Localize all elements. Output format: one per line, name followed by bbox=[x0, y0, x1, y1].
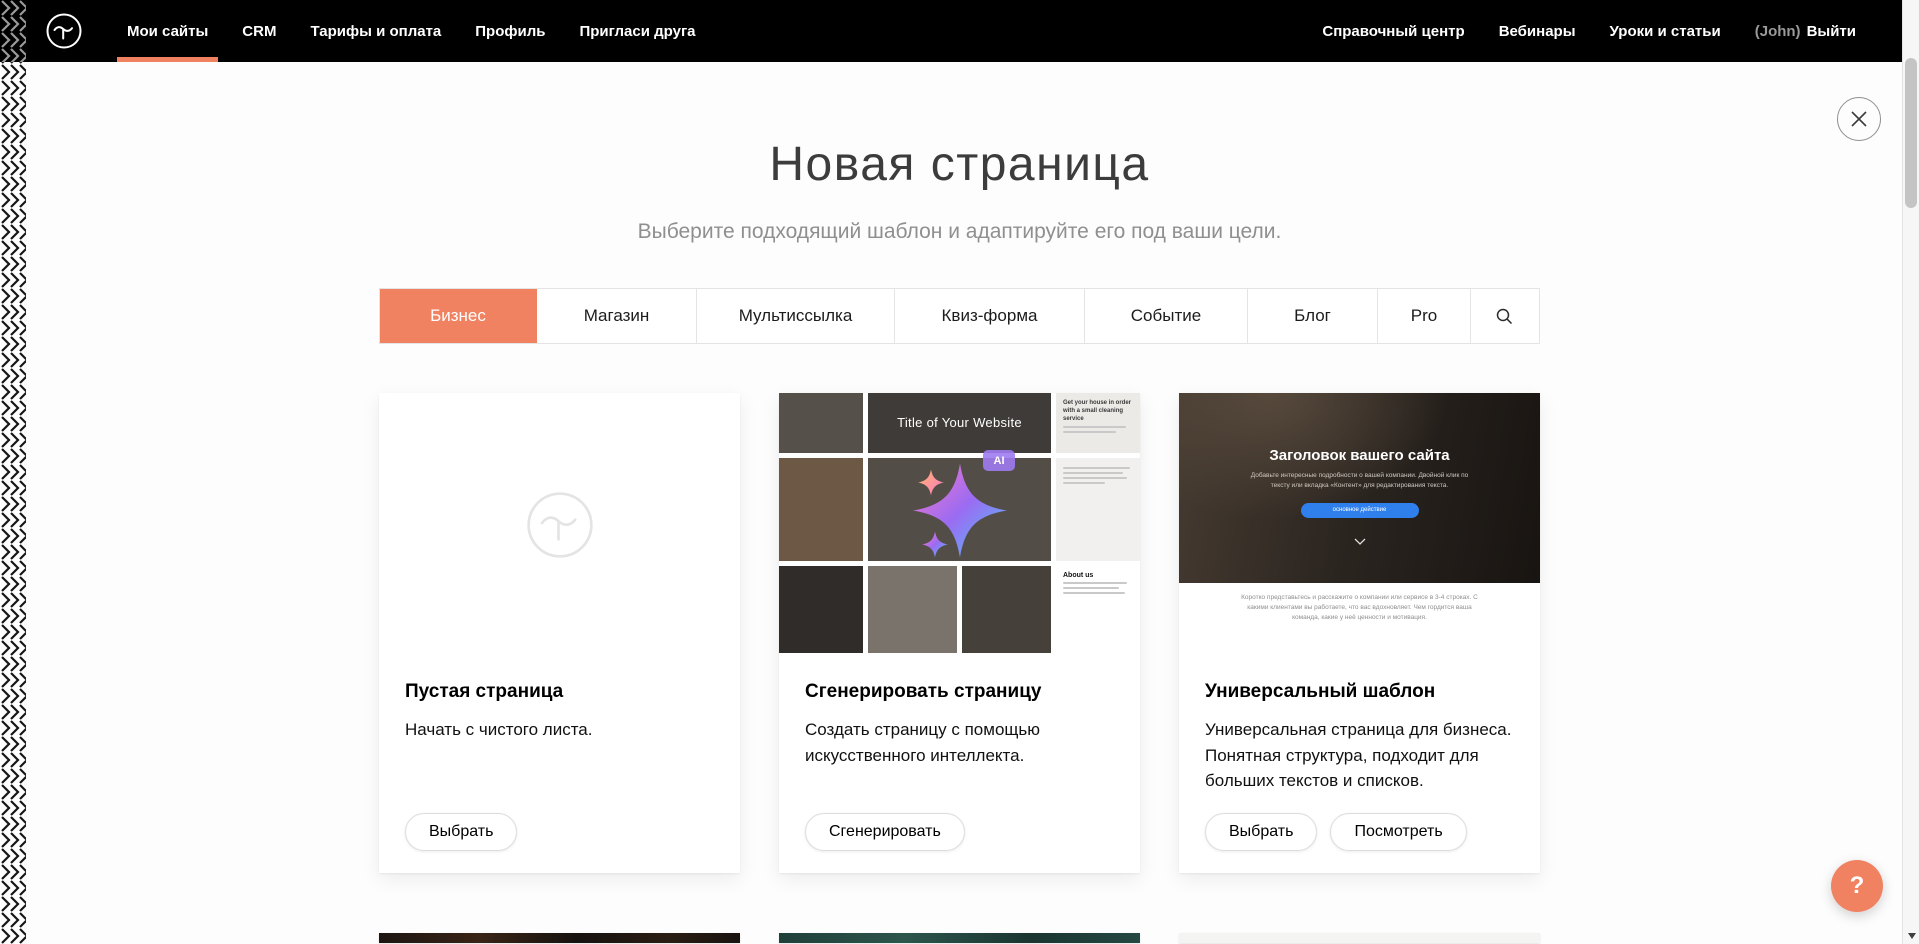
preview-body: Коротко представьтесь и расскажите о ком… bbox=[1179, 583, 1540, 653]
ai-template-preview: Get your house in order with a small cle… bbox=[779, 393, 1140, 653]
nav-crm[interactable]: CRM bbox=[225, 0, 293, 62]
card-description: Начать с чистого листа. bbox=[405, 717, 714, 743]
top-navigation-bar: Мои сайты CRM Тарифы и оплата Профиль Пр… bbox=[0, 0, 1919, 62]
preview-site-title: Title of Your Website bbox=[779, 415, 1140, 430]
template-category-tabs: Бизнес Магазин Мультиссылка Квиз-форма С… bbox=[379, 288, 1540, 344]
ai-badge: AI bbox=[983, 450, 1015, 471]
tab-multilink[interactable]: Мультиссылка bbox=[697, 289, 895, 343]
preview-hero-title: Заголовок вашего сайта bbox=[1179, 447, 1540, 464]
preview-body-text: Коротко представьтесь и расскажите о ком… bbox=[1236, 593, 1484, 623]
nav-profile[interactable]: Профиль bbox=[458, 0, 562, 62]
photo-tile bbox=[779, 458, 863, 561]
nav-my-sites[interactable]: Мои сайты bbox=[110, 0, 225, 62]
template-card-partial[interactable] bbox=[379, 933, 740, 943]
nav-webinars[interactable]: Вебинары bbox=[1482, 0, 1593, 62]
template-cards-row2 bbox=[379, 933, 1540, 943]
tab-blog[interactable]: Блог bbox=[1248, 289, 1378, 343]
preview-about-heading: About us bbox=[1063, 572, 1133, 579]
card-description: Универсальная страница для бизнеса. Поня… bbox=[1205, 717, 1514, 794]
photo-tile bbox=[779, 566, 863, 653]
search-icon bbox=[1496, 308, 1513, 325]
nav-help-center[interactable]: Справочный центр bbox=[1305, 0, 1481, 62]
search-tab[interactable] bbox=[1471, 289, 1537, 343]
text-tile bbox=[1056, 458, 1140, 561]
select-universal-button[interactable]: Выбрать bbox=[1205, 813, 1317, 851]
chevron-down-icon bbox=[1354, 538, 1366, 545]
card-universal-template: Заголовок вашего сайта Добавьте интересн… bbox=[1179, 393, 1540, 873]
close-icon bbox=[1850, 110, 1868, 128]
tab-quiz-form[interactable]: Квиз-форма bbox=[895, 289, 1085, 343]
page-subtitle: Выберите подходящий шаблон и адаптируйте… bbox=[0, 220, 1919, 244]
nav-lessons[interactable]: Уроки и статьи bbox=[1593, 0, 1738, 62]
generate-button[interactable]: Сгенерировать bbox=[805, 813, 965, 851]
card-title: Сгенерировать страницу bbox=[805, 681, 1114, 703]
tab-pro[interactable]: Pro bbox=[1378, 289, 1471, 343]
user-name: (John) bbox=[1755, 23, 1801, 40]
template-card-partial[interactable] bbox=[1179, 933, 1540, 943]
template-card-partial[interactable] bbox=[779, 933, 1140, 943]
preview-universal-button[interactable]: Посмотреть bbox=[1330, 813, 1466, 851]
preview-hero-button: основное действие bbox=[1301, 503, 1419, 518]
scrollbar-thumb[interactable] bbox=[1905, 58, 1917, 208]
preview-hero: Заголовок вашего сайта Добавьте интересн… bbox=[1179, 393, 1540, 583]
card-ai-generate: Get your house in order with a small cle… bbox=[779, 393, 1140, 873]
tab-store[interactable]: Магазин bbox=[537, 289, 697, 343]
main-nav: Мои сайты CRM Тарифы и оплата Профиль Пр… bbox=[110, 0, 713, 62]
close-button[interactable] bbox=[1837, 97, 1881, 141]
new-page-dialog: Новая страница Выберите подходящий шабло… bbox=[0, 62, 1919, 943]
template-cards-grid: Пустая страница Начать с чистого листа. … bbox=[379, 393, 1540, 873]
tab-event[interactable]: Событие bbox=[1085, 289, 1248, 343]
card-blank-page: Пустая страница Начать с чистого листа. … bbox=[379, 393, 740, 873]
nav-tariffs[interactable]: Тарифы и оплата bbox=[293, 0, 458, 62]
scrollbar[interactable] bbox=[1902, 0, 1919, 944]
preview-hero-text: Добавьте интересные подробности о вашей … bbox=[1244, 471, 1476, 491]
logout-label: Выйти bbox=[1807, 23, 1856, 40]
secondary-nav: Справочный центр Вебинары Уроки и статьи… bbox=[1305, 0, 1873, 62]
card-description: Создать страницу с помощью искусственног… bbox=[805, 717, 1114, 768]
tab-business[interactable]: Бизнес bbox=[380, 289, 537, 343]
help-button[interactable]: ? bbox=[1831, 860, 1883, 912]
page-title: Новая страница bbox=[0, 137, 1919, 192]
universal-template-preview: Заголовок вашего сайта Добавьте интересн… bbox=[1179, 393, 1540, 653]
scrollbar-down-arrow[interactable] bbox=[1903, 928, 1919, 944]
text-tile: About us bbox=[1056, 566, 1140, 653]
logout-link[interactable]: (John) Выйти bbox=[1738, 0, 1873, 62]
card-title: Универсальный шаблон bbox=[1205, 681, 1514, 703]
tilda-logo[interactable] bbox=[44, 11, 84, 51]
card-title: Пустая страница bbox=[405, 681, 714, 703]
tilda-watermark-icon bbox=[522, 487, 598, 568]
nav-invite-friend[interactable]: Пригласи друга bbox=[562, 0, 712, 62]
select-blank-button[interactable]: Выбрать bbox=[405, 813, 517, 851]
